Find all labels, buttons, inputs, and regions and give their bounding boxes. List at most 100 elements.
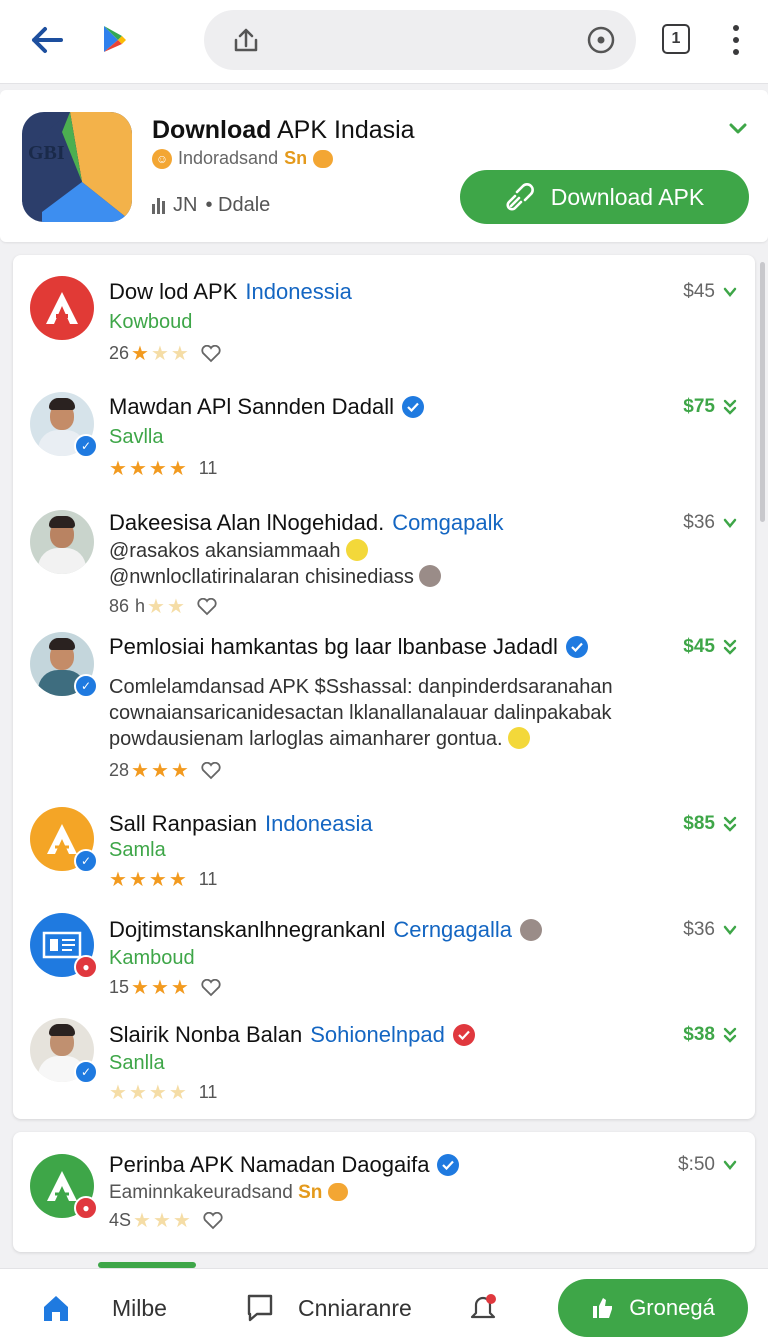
item-subtitle: Savlla xyxy=(109,426,164,448)
star-icon: ★ xyxy=(128,1082,147,1104)
star-icon: ★ xyxy=(152,1210,171,1232)
user-avatar-icon xyxy=(520,919,543,941)
item-price[interactable]: $75 xyxy=(683,396,737,418)
item-title: Dojtimstanskanlhnegrankanl Cerngagalla xyxy=(109,917,543,943)
app-stats: JN • Ddale xyxy=(152,194,270,217)
verified-icon: ✓ xyxy=(74,1060,98,1084)
lens-icon[interactable] xyxy=(586,25,616,55)
chevron-down-icon[interactable] xyxy=(728,118,748,138)
star-icon: ★ xyxy=(131,977,149,999)
item-price[interactable]: $45 xyxy=(683,636,737,658)
bottom-navigation: Milbe Cnniaranre Gronegá xyxy=(0,1268,768,1344)
item-rating: 15 ★ ★ ★ xyxy=(109,975,221,1000)
item-rating: 4S ★ ★ ★ xyxy=(109,1208,223,1233)
star-icon: ★ xyxy=(131,343,149,365)
developer-row[interactable]: ☺ Indoradsand Sn xyxy=(152,148,334,169)
green-a-logo-icon: ● xyxy=(30,1154,98,1220)
cta-label: Gronegá xyxy=(629,1295,715,1320)
item-title: Dakeesisa Alan lNogehidad. Comgapalk xyxy=(109,510,504,535)
item-rating: 28 ★ ★ ★ xyxy=(109,758,221,783)
item-rating: 86 h ★ ★ xyxy=(109,594,217,619)
app-icon[interactable]: GBI xyxy=(22,112,132,222)
play-store-logo-icon[interactable] xyxy=(96,22,130,56)
developer-suffix: Sn xyxy=(284,148,308,168)
overflow-menu-icon[interactable] xyxy=(726,22,746,58)
item-price[interactable]: $45 xyxy=(683,281,737,303)
developer-badge-icon: ☺ xyxy=(152,148,172,169)
address-bar[interactable] xyxy=(204,10,636,70)
star-icon: ★ xyxy=(133,1210,151,1232)
heart-icon[interactable] xyxy=(201,344,221,363)
review-list: Dow lod APK Indonessia Kowboud 26 ★ ★ ★ $45… xyxy=(13,255,755,1119)
item-price[interactable]: $36 xyxy=(683,919,737,941)
star-icon: ★ xyxy=(150,977,169,999)
item-line: @nwnlocllatirinalaran chisinediass xyxy=(109,564,442,590)
item-rating: ★ ★ ★ ★ 11 xyxy=(109,869,218,891)
star-icon: ★ xyxy=(128,458,147,480)
item-line: @rasakos akansiammaah xyxy=(109,538,369,564)
star-icon: ★ xyxy=(147,596,165,618)
person-avatar-icon: ✓ xyxy=(30,1018,98,1084)
star-icon: ★ xyxy=(131,760,149,782)
home-icon[interactable] xyxy=(40,1293,72,1323)
orange-a-logo-icon: ✓ xyxy=(30,807,98,873)
browser-toolbar: 1 xyxy=(0,0,768,84)
blue-id-logo-icon: ● xyxy=(30,913,98,979)
star-icon: ★ xyxy=(170,760,189,782)
heart-icon[interactable] xyxy=(203,1211,223,1230)
star-icon: ★ xyxy=(170,343,189,365)
red-arrow-logo-icon xyxy=(30,276,94,340)
star-icon: ★ xyxy=(109,458,127,480)
bar-chart-icon xyxy=(152,197,165,214)
app-icon-text: GBI xyxy=(28,142,65,164)
notification-bell-icon[interactable] xyxy=(466,1291,500,1325)
item-price[interactable]: $38 xyxy=(683,1024,737,1046)
item-price[interactable]: $85 xyxy=(683,813,737,835)
share-icon[interactable] xyxy=(230,24,262,56)
heart-icon[interactable] xyxy=(201,978,221,997)
scrollbar[interactable] xyxy=(760,262,765,522)
verified-icon: ✓ xyxy=(74,674,98,698)
heart-icon[interactable] xyxy=(201,761,221,780)
item-subtitle: Sanlla xyxy=(109,1052,165,1074)
item-subtitle: Kowboud xyxy=(109,311,193,333)
star-icon: ★ xyxy=(148,1082,167,1104)
app-header-card: GBI Download APK Indasia ☺ Indoradsand S… xyxy=(0,90,768,242)
double-chevron-down-icon xyxy=(723,399,737,415)
tab-switcher-button[interactable]: 1 xyxy=(662,24,690,54)
user-avatar-icon xyxy=(419,565,442,587)
download-apk-button[interactable]: Download APK xyxy=(460,170,749,224)
star-icon: ★ xyxy=(148,869,167,891)
heart-icon[interactable] xyxy=(197,597,217,616)
item-title: Dow lod APK Indonessia xyxy=(109,279,352,304)
person-avatar-icon: ✓ xyxy=(30,392,98,458)
chat-icon[interactable] xyxy=(246,1293,274,1323)
item-price[interactable]: $36 xyxy=(683,512,737,534)
smile-emoji-icon xyxy=(346,539,369,561)
bottom-list-card: ● Perinba APK Namadan Daogaifa Eaminnkak… xyxy=(13,1132,755,1252)
item-line: powdausienam larloglas aimanharer gontua… xyxy=(109,726,531,752)
star-icon: ★ xyxy=(150,343,169,365)
thumbs-up-cta-button[interactable]: Gronegá xyxy=(558,1279,748,1337)
double-chevron-down-icon xyxy=(723,639,737,655)
verified-icon xyxy=(401,396,424,418)
verified-icon xyxy=(437,1154,460,1176)
verified-icon xyxy=(452,1024,475,1046)
verified-icon: ✓ xyxy=(74,849,98,873)
nav-home-label[interactable]: Milbe xyxy=(112,1295,167,1322)
star-icon: ★ xyxy=(168,1082,187,1104)
smile-emoji-icon xyxy=(508,727,531,749)
alert-badge-icon: ● xyxy=(74,955,98,979)
star-icon: ★ xyxy=(109,1082,127,1104)
item-rating: ★ ★ ★ ★ 11 xyxy=(109,1082,218,1104)
verified-icon xyxy=(565,636,588,658)
stats-label: • Ddale xyxy=(205,194,271,216)
item-price[interactable]: $:50 xyxy=(678,1154,737,1176)
chevron-down-icon xyxy=(723,1160,737,1170)
developer-name: Indoradsand xyxy=(178,148,279,168)
item-title: Slairik Nonba Balan Sohionelnpad xyxy=(109,1022,475,1048)
item-line: cownaiansaricanidesactan lklanallanalaua… xyxy=(109,702,612,724)
nav-chat-label[interactable]: Cnniaranre xyxy=(298,1295,412,1322)
back-arrow-icon[interactable] xyxy=(26,20,68,60)
star-icon: ★ xyxy=(172,1210,191,1232)
